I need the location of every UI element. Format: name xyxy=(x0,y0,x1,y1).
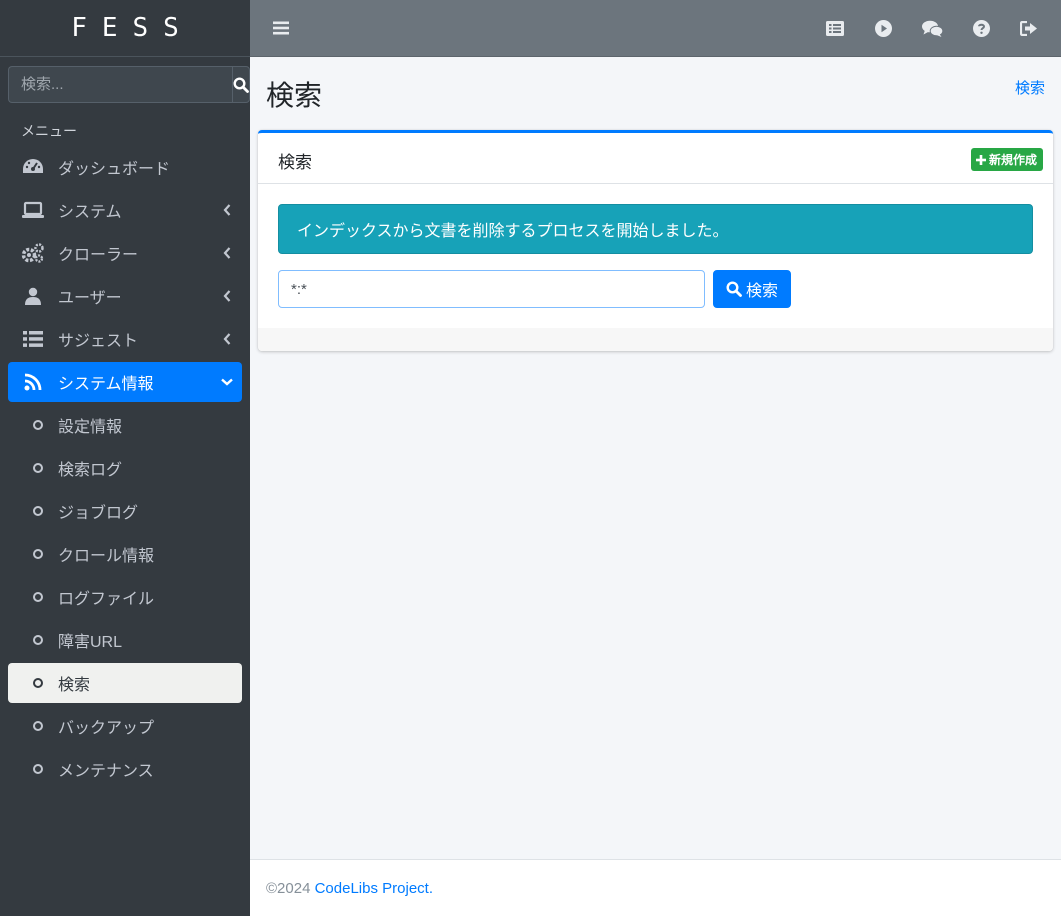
play-button[interactable] xyxy=(871,16,895,40)
sidebar-item-label: システム情報 xyxy=(58,376,154,393)
sign-out-icon xyxy=(1020,20,1037,36)
search-list-button[interactable] xyxy=(823,16,847,40)
sidebar-item-system-info[interactable]: システム情報 xyxy=(8,362,242,402)
card-body: インデックスから文書を削除するプロセスを開始しました。 検索 xyxy=(258,184,1053,328)
create-new-button[interactable]: 新規作成 xyxy=(970,148,1043,171)
comments-icon xyxy=(921,20,943,37)
sidebar-item-crawler[interactable]: クローラー xyxy=(8,233,242,273)
sidebar-subitem-search[interactable]: 検索 xyxy=(8,663,242,703)
circle-icon xyxy=(33,549,43,559)
chevron-left-icon xyxy=(223,290,231,302)
top-navbar xyxy=(250,0,1061,57)
sidebar-search-button[interactable] xyxy=(232,66,250,103)
create-new-label: 新規作成 xyxy=(988,153,1037,167)
laptop-icon xyxy=(22,201,44,218)
query-input[interactable] xyxy=(278,270,705,308)
sidebar-item-label: 検索 xyxy=(58,677,91,694)
sidebar-item-label: 設定情報 xyxy=(58,419,123,436)
codelibs-link[interactable]: CodeLibs Project. xyxy=(315,880,433,897)
dashboard-icon xyxy=(23,159,43,173)
logout-button[interactable] xyxy=(1017,16,1041,40)
plus-icon xyxy=(975,154,986,165)
sidebar-subitem-maintenance[interactable]: メンテナンス xyxy=(8,749,242,789)
question-circle-icon xyxy=(972,19,990,37)
hamburger-icon xyxy=(273,21,289,35)
rss-icon xyxy=(24,373,42,391)
page-footer: ©2024 CodeLibs Project. xyxy=(250,859,1061,916)
sidebar-item-label: ダッシュボード xyxy=(58,161,171,178)
sidebar-item-label: ログファイル xyxy=(58,591,155,608)
list-icon xyxy=(23,331,43,347)
sidebar-item-label: バックアップ xyxy=(58,720,155,737)
brand-logo[interactable]: FESS xyxy=(0,0,250,57)
sidebar-item-label: クロール情報 xyxy=(58,548,155,565)
sidebar-item-label: メンテナンス xyxy=(58,763,154,780)
sidebar-subitem-search-log[interactable]: 検索ログ xyxy=(8,448,242,488)
user-icon xyxy=(25,287,41,305)
sidebar-item-label: ユーザー xyxy=(58,290,122,307)
sidebar-item-label: システム xyxy=(58,204,122,221)
chevron-left-icon xyxy=(223,204,231,216)
breadcrumb-link[interactable]: 検索 xyxy=(1015,77,1045,98)
card-header: 検索 新規作成 xyxy=(258,133,1053,184)
sidebar-item-system[interactable]: システム xyxy=(8,190,242,230)
play-circle-icon xyxy=(874,19,892,37)
circle-icon xyxy=(33,592,43,602)
search-button[interactable]: 検索 xyxy=(713,270,791,308)
info-alert: インデックスから文書を削除するプロセスを開始しました。 xyxy=(278,204,1033,254)
search-icon xyxy=(726,281,742,297)
sidebar-item-label: 検索ログ xyxy=(58,462,123,479)
sidebar-item-user[interactable]: ユーザー xyxy=(8,276,242,316)
brand-text: FESS xyxy=(71,13,194,43)
circle-icon xyxy=(33,506,43,516)
sidebar-search-input[interactable] xyxy=(8,66,232,103)
help-button[interactable] xyxy=(969,16,993,40)
menu-header: メニュー xyxy=(21,123,77,139)
sidebar: FESS メニュー ダッシュボード システム クローラー ユーザー xyxy=(0,0,250,916)
card-footer xyxy=(258,328,1053,351)
sidebar-subitem-config-info[interactable]: 設定情報 xyxy=(8,405,242,445)
sidebar-nav: ダッシュボード システム クローラー ユーザー サジェスト システム情報 設定情… xyxy=(8,147,242,792)
menu-toggle-button[interactable] xyxy=(269,16,293,40)
sidebar-subitem-log-file[interactable]: ログファイル xyxy=(8,577,242,617)
sidebar-item-label: 障害URL xyxy=(58,634,123,651)
sidebar-item-suggest[interactable]: サジェスト xyxy=(8,319,242,359)
search-card: 検索 新規作成 インデックスから文書を削除するプロセスを開始しました。 検索 xyxy=(258,130,1053,351)
sidebar-subitem-backup[interactable]: バックアップ xyxy=(8,706,242,746)
circle-icon xyxy=(33,420,43,430)
main-content: 検索 検索 検索 新規作成 インデックスから文書を削除するプロセスを開始しました… xyxy=(250,57,1061,859)
sidebar-search xyxy=(8,66,250,103)
copyright-text: ©2024 xyxy=(266,879,311,897)
sidebar-item-dashboard[interactable]: ダッシュボード xyxy=(8,147,242,187)
sidebar-item-label: クローラー xyxy=(58,247,139,264)
page-title: 検索 xyxy=(266,80,323,111)
chevron-left-icon xyxy=(223,333,231,345)
search-button-label: 検索 xyxy=(745,283,778,300)
circle-icon xyxy=(33,635,43,645)
chevron-down-icon xyxy=(221,378,233,386)
sidebar-item-label: サジェスト xyxy=(58,333,139,350)
chevron-left-icon xyxy=(223,247,231,259)
chat-button[interactable] xyxy=(920,16,944,40)
circle-icon xyxy=(33,678,43,688)
circle-icon xyxy=(33,764,43,774)
card-title: 検索 xyxy=(278,153,312,172)
list-alt-icon xyxy=(826,20,844,36)
sidebar-subitem-failure-url[interactable]: 障害URL xyxy=(8,620,242,660)
search-icon xyxy=(233,76,249,93)
circle-icon xyxy=(33,463,43,473)
sidebar-subitem-crawl-info[interactable]: クロール情報 xyxy=(8,534,242,574)
circle-icon xyxy=(33,721,43,731)
sidebar-subitem-job-log[interactable]: ジョブログ xyxy=(8,491,242,531)
cogs-icon xyxy=(21,243,44,263)
sidebar-item-label: ジョブログ xyxy=(58,505,139,522)
